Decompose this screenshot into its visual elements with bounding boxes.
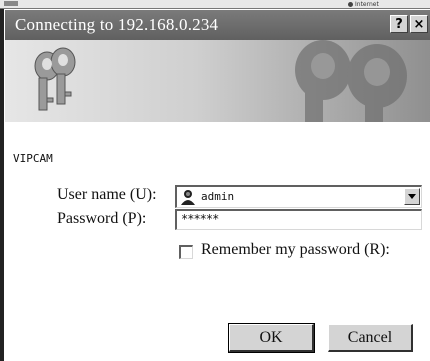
remember-password-checkbox[interactable] [179, 245, 193, 259]
realm-text: VIPCAM [13, 152, 53, 165]
browser-status-bar: Internet [0, 0, 430, 9]
keys-icon [34, 40, 407, 122]
dialog-body: VIPCAM User name (U): admin Password (P)… [5, 122, 430, 361]
password-label: Password (P): [57, 210, 147, 227]
status-page-icon [4, 1, 18, 6]
username-label: User name (U): [57, 186, 157, 203]
ok-button[interactable]: OK [228, 323, 315, 353]
dialog-titlebar[interactable]: Connecting to 192.168.0.234 ? × [5, 10, 430, 40]
dialog-title: Connecting to 192.168.0.234 [15, 15, 219, 34]
status-zone: Internet [348, 0, 379, 8]
screen: Internet Connecting to 192.168.0.234 ? × [0, 0, 430, 361]
user-icon [181, 190, 195, 205]
password-field[interactable]: ****** [175, 209, 422, 230]
titlebar-buttons: ? × [390, 15, 428, 33]
remember-password-label[interactable]: Remember my password (R): [201, 241, 390, 259]
chevron-down-icon [408, 194, 416, 199]
cancel-button[interactable]: Cancel [328, 324, 413, 352]
close-button[interactable]: × [410, 15, 428, 33]
dialog-banner [5, 40, 430, 122]
username-combobox[interactable]: admin [175, 185, 422, 208]
globe-icon [348, 1, 353, 7]
help-button[interactable]: ? [390, 15, 408, 33]
login-dialog: Connecting to 192.168.0.234 ? × VIPCAM U… [4, 10, 430, 361]
username-dropdown-button[interactable] [404, 188, 420, 205]
status-zone-label: Internet [355, 0, 379, 8]
username-value: admin [201, 190, 235, 203]
